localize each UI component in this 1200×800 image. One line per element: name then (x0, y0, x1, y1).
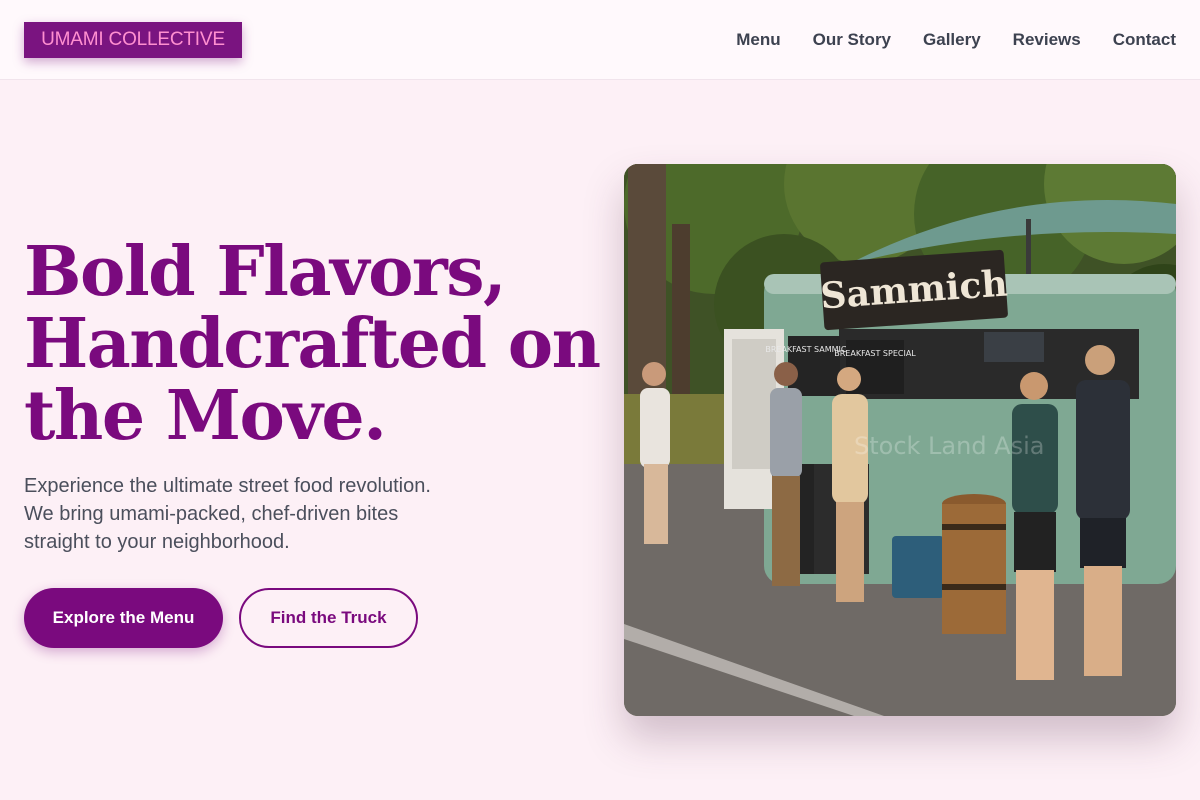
headline-line: Handcrafted on (24, 304, 601, 384)
hero-subtitle: Experience the ultimate street food revo… (24, 472, 484, 556)
headline-line: Bold Flavors, (24, 232, 507, 312)
find-truck-button[interactable]: Find the Truck (239, 588, 418, 648)
hero-food-truck-photo: Sammich BREAKFAST SAMMICHES BREAKFAST SP… (624, 164, 1176, 716)
person-figure (770, 362, 802, 586)
person-figure (1012, 372, 1058, 680)
brand-logo[interactable]: UMAMI COLLECTIVE (24, 22, 242, 58)
nav-link-menu[interactable]: Menu (736, 30, 780, 50)
explore-menu-button[interactable]: Explore the Menu (24, 588, 223, 648)
site-header: UMAMI COLLECTIVE Menu Our Story Gallery … (0, 0, 1200, 80)
subtitle-line: straight to your neighborhood. (24, 531, 290, 553)
menu-board-right: BREAKFAST SPECIAL (834, 349, 916, 358)
subtitle-line: Experience the ultimate street food revo… (24, 475, 431, 497)
subtitle-line: We bring umami-packed, chef-driven bites (24, 503, 399, 525)
hero-headline: Bold Flavors, Handcrafted on the Move. (24, 232, 601, 456)
nav-link-our-story[interactable]: Our Story (813, 30, 891, 50)
person-figure (640, 362, 670, 544)
nav-link-reviews[interactable]: Reviews (1013, 30, 1081, 50)
nav-link-gallery[interactable]: Gallery (923, 30, 981, 50)
person-figure (832, 367, 868, 602)
headline-line: the Move. (24, 376, 387, 456)
photo-watermark: Stock Land Asia (854, 432, 1045, 460)
nav-link-contact[interactable]: Contact (1113, 30, 1176, 50)
person-figure (1076, 345, 1130, 676)
main-nav: Menu Our Story Gallery Reviews Contact (736, 0, 1176, 80)
